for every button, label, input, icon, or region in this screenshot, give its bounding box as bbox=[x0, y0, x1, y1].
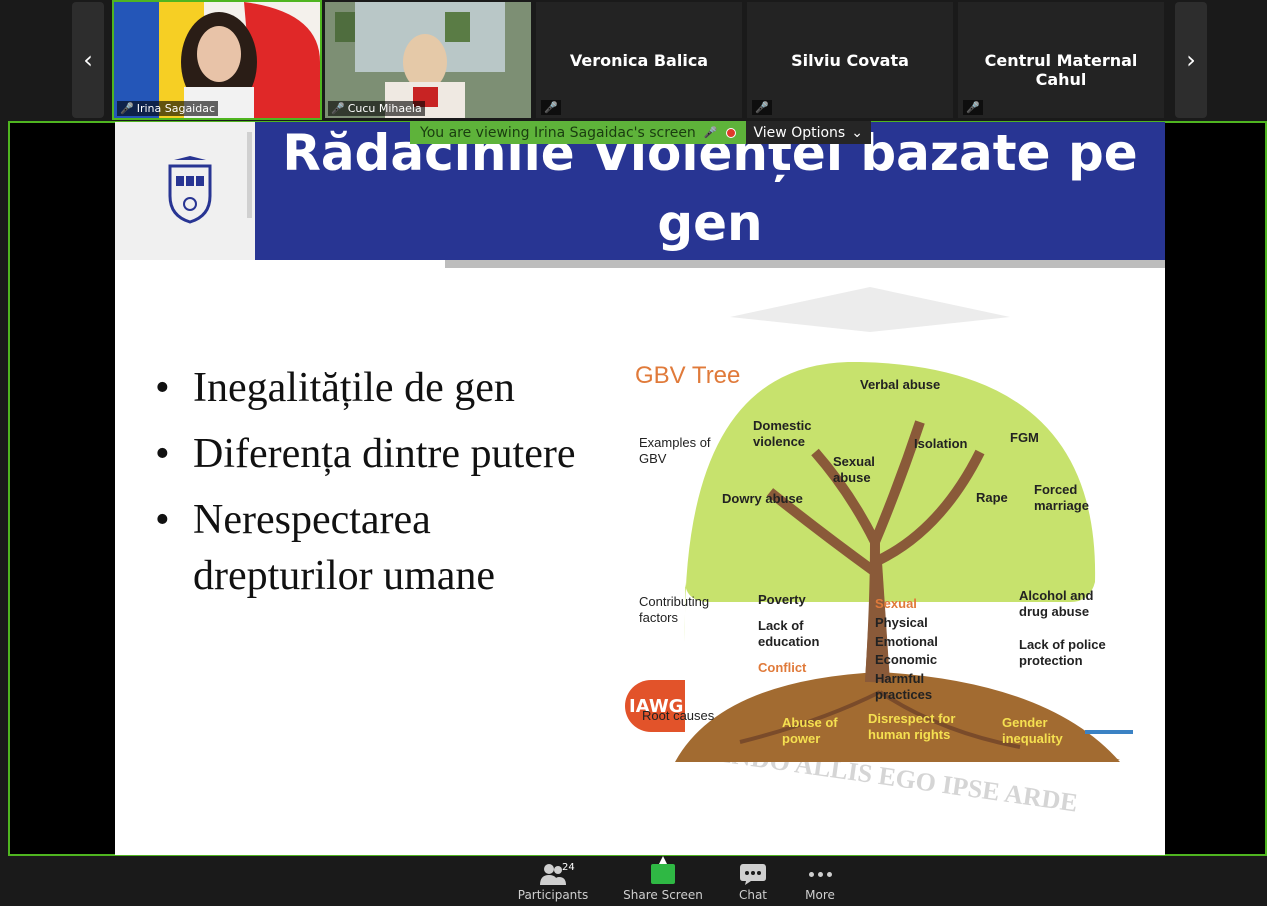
tree-example: Sexual abuse bbox=[833, 454, 875, 485]
root-cause: Gender inequality bbox=[1002, 715, 1063, 746]
share-screen-button[interactable]: Share Screen bbox=[618, 856, 708, 902]
tree-example: FGM bbox=[1010, 430, 1039, 445]
participant-strip: ‹ 🎤 Irina Sagaidac 🎤 Cucu Mihaela Veroni… bbox=[0, 0, 1267, 122]
root-cause: Disrespect for human rights bbox=[868, 711, 956, 742]
more-label: More bbox=[805, 888, 835, 902]
participant-name: Veronica Balica bbox=[569, 51, 709, 70]
mic-muted-icon: 🎤 bbox=[331, 102, 345, 115]
participant-label: 🎤 Irina Sagaidac bbox=[117, 101, 219, 116]
chevron-left-icon[interactable]: ‹ bbox=[72, 2, 104, 118]
root-cause: Abuse of power bbox=[782, 715, 838, 746]
contributing-factor: Poverty bbox=[758, 592, 806, 607]
participants-count: 24 bbox=[562, 862, 575, 873]
participant-label: 🎤 Cucu Mihaela bbox=[328, 101, 425, 116]
screen-share-banner: You are viewing Irina Sagaidac's screen … bbox=[410, 121, 871, 144]
viewing-indicator: You are viewing Irina Sagaidac's screen … bbox=[410, 121, 746, 144]
bullet-item: Nerespectarea drepturilor umane bbox=[155, 492, 615, 604]
trunk-item: Harmful practices bbox=[875, 671, 933, 702]
video-tile-silviu[interactable]: Silviu Covata 🎤 bbox=[747, 2, 953, 118]
trunk-item: Economic bbox=[875, 652, 938, 667]
header-shadow bbox=[445, 260, 1165, 268]
chat-icon bbox=[740, 864, 766, 885]
participant-name: Centrul Maternal Cahul bbox=[984, 51, 1138, 89]
participants-label: Participants bbox=[517, 888, 589, 902]
divider bbox=[247, 132, 252, 218]
watermark-cap-icon bbox=[730, 287, 1010, 332]
contributing-factor: Conflict bbox=[758, 660, 807, 675]
iawg-logo: IAWG bbox=[625, 680, 685, 732]
root-causes-label: Root causes bbox=[642, 708, 715, 723]
contributing-factor: Alcohol and drug abuse bbox=[1019, 588, 1094, 619]
contributing-factor: Lack of education bbox=[758, 618, 820, 649]
share-screen-label: Share Screen bbox=[623, 888, 703, 902]
tree-example: Isolation bbox=[914, 436, 968, 451]
trunk-item: Emotional bbox=[875, 634, 938, 649]
mic-muted-icon: 🎤 bbox=[541, 100, 561, 115]
view-options-button[interactable]: View Options ⌄ bbox=[745, 121, 871, 144]
tree-example: Verbal abuse bbox=[860, 377, 941, 392]
participants-button[interactable]: 24 Participants bbox=[508, 860, 598, 902]
mic-muted-icon: 🎤 bbox=[752, 100, 772, 115]
university-crest-icon bbox=[168, 156, 212, 224]
gbv-tree-heading: GBV Tree bbox=[635, 362, 741, 389]
tree-example: Dowry abuse bbox=[722, 491, 803, 506]
bullet-item: Diferența dintre putere bbox=[155, 426, 615, 482]
participant-name: Silviu Covata bbox=[791, 51, 909, 70]
contributing-factor: Lack of police protection bbox=[1019, 637, 1106, 668]
video-tile-veronica[interactable]: Veronica Balica 🎤 bbox=[536, 2, 742, 118]
stop-icon[interactable] bbox=[725, 127, 736, 138]
more-button[interactable]: More bbox=[775, 860, 865, 902]
chevron-down-icon: ⌄ bbox=[851, 124, 863, 141]
mic-muted-icon: 🎤 bbox=[703, 126, 718, 139]
video-tile-centrul[interactable]: Centrul Maternal Cahul 🎤 bbox=[958, 2, 1164, 118]
bullet-list: Inegalitățile de gen Diferența dintre pu… bbox=[155, 360, 615, 614]
examples-label: Examples of GBV bbox=[639, 435, 711, 466]
tree-example: Domestic violence bbox=[753, 418, 812, 449]
share-screen-icon bbox=[651, 856, 675, 884]
video-tile-irina[interactable]: 🎤 Irina Sagaidac bbox=[112, 0, 322, 120]
tree-example: Rape bbox=[976, 490, 1008, 505]
slide-logo-area bbox=[115, 122, 255, 260]
mic-muted-icon: 🎤 bbox=[963, 100, 983, 115]
tree-example: Forced marriage bbox=[1034, 482, 1089, 513]
trunk-item: Physical bbox=[875, 615, 928, 630]
contributing-label: Contributing factors bbox=[639, 594, 710, 625]
bullet-item: Inegalitățile de gen bbox=[155, 360, 615, 416]
video-tile-cucu[interactable]: 🎤 Cucu Mihaela bbox=[325, 2, 531, 118]
presentation-slide: Rădacinile Violenței bazate pe gen CENDO… bbox=[115, 122, 1165, 855]
chevron-right-icon[interactable]: › bbox=[1175, 2, 1207, 118]
trunk-item: Sexual bbox=[875, 596, 917, 611]
mic-muted-icon: 🎤 bbox=[120, 102, 134, 115]
meeting-toolbar: 24 Participants Share Screen Chat More bbox=[0, 856, 1267, 906]
more-icon bbox=[775, 860, 865, 888]
